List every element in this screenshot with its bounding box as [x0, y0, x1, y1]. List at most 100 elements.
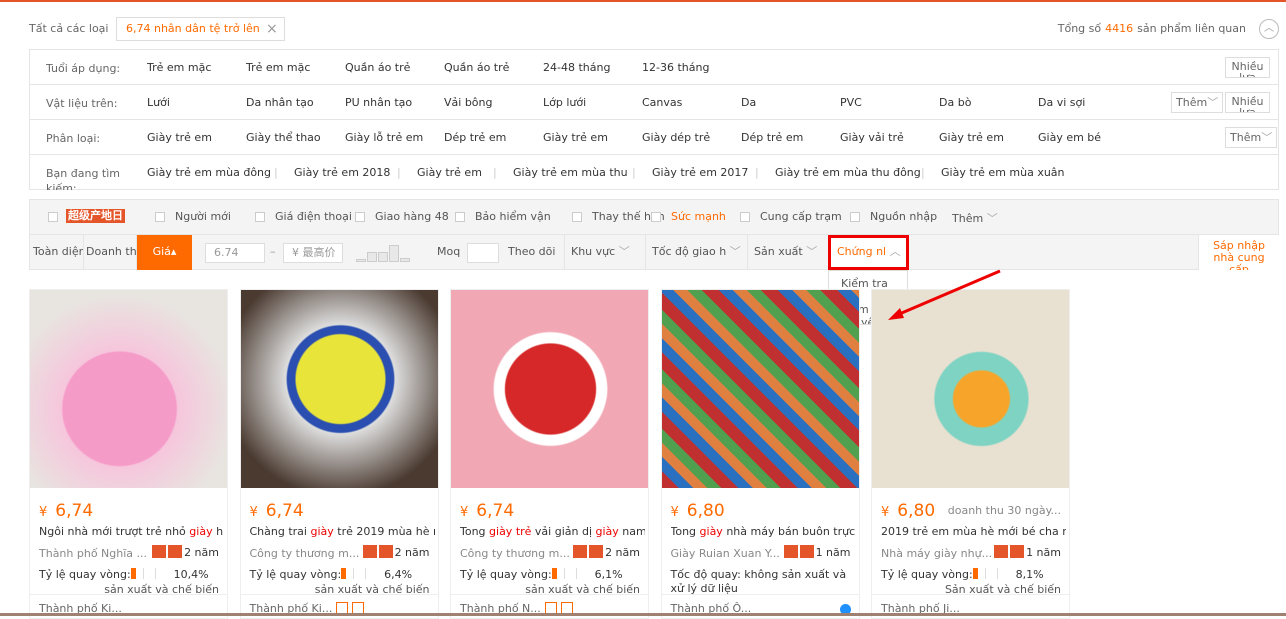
follow-filter[interactable]: Theo dõi	[502, 235, 565, 270]
attribute-value[interactable]: Quần áo trẻ	[345, 61, 410, 74]
filter-option[interactable]: Giao hàng 48	[375, 210, 449, 223]
price-min-input[interactable]: 6.74	[205, 243, 265, 263]
attribute-value[interactable]: Giày dép trẻ	[642, 131, 710, 144]
attribute-value[interactable]: PVC	[840, 96, 862, 109]
checkbox[interactable]	[651, 212, 661, 222]
title-part: giày	[699, 525, 723, 538]
attribute-value[interactable]: Quần áo trẻ	[444, 61, 509, 74]
attribute-value[interactable]: Giày trẻ em	[543, 131, 608, 144]
more-filters-dropdown[interactable]: Thêm ﹀	[952, 210, 998, 226]
filter-option[interactable]: Giá điện thoại	[275, 210, 352, 223]
attribute-value[interactable]: Giày vải trẻ	[840, 131, 904, 144]
production-dropdown[interactable]: Sản xuất ﹀	[748, 235, 828, 270]
sort-overall[interactable]: Toàn diện	[30, 235, 84, 270]
attribute-value[interactable]: Giày trẻ em mùa thu	[513, 166, 628, 179]
attribute-value[interactable]: Canvas	[642, 96, 682, 109]
attribute-value[interactable]: Giày trẻ em 2017	[652, 166, 748, 179]
product-title[interactable]: Chàng trai giày trẻ 2019 mùa hè m...	[250, 525, 435, 538]
checkbox[interactable]	[572, 212, 582, 222]
attribute-value[interactable]: Da nhân tạo	[246, 96, 314, 109]
attribute-value[interactable]: Giày trẻ em	[147, 131, 212, 144]
attribute-value[interactable]: Da vi sợi	[1038, 96, 1085, 109]
filter-option[interactable]: Người mới	[175, 210, 231, 223]
product-card[interactable]: ¥6,74 Tong giày trẻ vải giản dị giày nam…	[450, 289, 649, 619]
shop-name[interactable]: Giày Ruian Xuan Y...	[671, 547, 780, 560]
merge-suppliers-button[interactable]: Sáp nhập nhà cung cấp	[1198, 235, 1279, 270]
checkbox[interactable]	[740, 212, 750, 222]
years-label: 2 năm	[394, 546, 430, 559]
product-title[interactable]: Tong giày nhà máy bán buôn trực t...	[671, 525, 856, 538]
active-filter-chip[interactable]: 6,74 nhân dân tệ trở lên ×	[116, 17, 285, 41]
attribute-value[interactable]: Lớp lưới	[543, 96, 586, 109]
attribute-value[interactable]: Giày thể thao	[246, 131, 321, 144]
attribute-value[interactable]: 12-36 tháng	[642, 61, 709, 74]
attribute-value[interactable]: Trẻ em mặc	[246, 61, 310, 74]
product-image[interactable]	[872, 290, 1069, 488]
filter-option[interactable]: Cung cấp trạm	[760, 210, 842, 223]
shop-name[interactable]: Công ty thương m...	[250, 547, 360, 560]
more-dropdown[interactable]: Thêm﹀	[1225, 127, 1278, 148]
certification-dropdown[interactable]: Chứng nl ︿	[828, 235, 909, 270]
attribute-value[interactable]: Giày trẻ em 2018	[294, 166, 390, 179]
checkbox[interactable]	[455, 212, 465, 222]
attribute-value[interactable]: Giày trẻ em	[939, 131, 1004, 144]
checkbox[interactable]	[155, 212, 165, 222]
product-image[interactable]	[30, 290, 227, 488]
attribute-value[interactable]: Giày trẻ em mùa đông	[147, 166, 271, 179]
speed-dropdown[interactable]: Tốc độ giao h ﹀	[646, 235, 748, 270]
attribute-value[interactable]: PU nhân tạo	[345, 96, 412, 109]
shop-name[interactable]: Nhà máy giày nhự...	[881, 547, 992, 560]
attribute-value[interactable]: Giày lỗ trẻ em	[345, 131, 423, 144]
shop-name[interactable]: Thành phố Nghĩa ...	[39, 547, 147, 560]
product-image[interactable]	[451, 290, 648, 488]
sort-price[interactable]: Giá▴	[137, 235, 192, 270]
product-title[interactable]: Ngôi nhà mới trượt trẻ nhỏ giày hi ...	[39, 525, 224, 538]
moq-input[interactable]	[467, 243, 499, 263]
price-max-input[interactable]: ¥ 最高价	[283, 243, 343, 263]
filter-option[interactable]: Nguồn nhập	[870, 210, 937, 223]
close-icon[interactable]: ×	[266, 18, 278, 40]
attribute-value[interactable]: Trẻ em mặc	[147, 61, 211, 74]
product-image[interactable]	[240, 290, 438, 488]
product-card[interactable]: ¥6,80 doanh thu 30 ngày... 2019 trẻ em m…	[871, 289, 1070, 619]
attribute-value[interactable]: Dép trẻ em	[741, 131, 803, 144]
attribute-value[interactable]: Giày em bé	[1038, 131, 1101, 144]
multi-select-button[interactable]: Nhiều lựa chọn	[1225, 92, 1270, 113]
product-title[interactable]: 2019 trẻ em mùa hè mới bé cha m...	[881, 525, 1066, 538]
attribute-value[interactable]: 24-48 tháng	[543, 61, 610, 74]
shop-name[interactable]: Công ty thương m...	[460, 547, 570, 560]
chevron-up-icon[interactable]: ︿	[1259, 19, 1279, 39]
chevron-down-icon: ﹀	[729, 245, 741, 258]
filter-option[interactable]: Bảo hiểm vận	[475, 210, 551, 223]
attribute-value[interactable]: Da	[741, 96, 756, 109]
attribute-value[interactable]: Dép trẻ em	[444, 131, 506, 144]
attribute-value[interactable]: Giày trẻ em mùa xuân	[941, 166, 1065, 179]
attribute-value[interactable]: Giày trẻ em	[417, 166, 482, 179]
title-part: Ngôi nhà mới trượt trẻ nhỏ	[39, 525, 190, 538]
region-dropdown[interactable]: Khu vực ﹀	[565, 235, 646, 270]
checkbox[interactable]	[850, 212, 860, 222]
divider: |	[632, 166, 636, 179]
product-title[interactable]: Tong giày trẻ vải giản dị giày nam ...	[460, 525, 645, 538]
multi-select-button[interactable]: Nhiều lựa chọn	[1225, 57, 1270, 78]
attribute-value[interactable]: Lưới	[147, 96, 170, 109]
product-card[interactable]: ¥6,80 Tong giày nhà máy bán buôn trực t.…	[660, 289, 860, 619]
checkbox[interactable]	[255, 212, 265, 222]
moq-label: Moq	[437, 245, 461, 258]
sort-sales[interactable]: Doanh thu	[84, 235, 137, 270]
attribute-value[interactable]: Da bò	[939, 96, 971, 109]
product-image[interactable]	[661, 290, 859, 488]
attribute-value[interactable]: Vải bông	[444, 96, 493, 109]
checkbox[interactable]	[355, 212, 365, 222]
title-part: Chàng trai	[249, 525, 311, 538]
sort-arrows-icon: ▴	[170, 245, 177, 258]
checkbox[interactable]	[48, 212, 58, 222]
product-card[interactable]: ¥6,74 Ngôi nhà mới trượt trẻ nhỏ giày hi…	[29, 289, 228, 619]
price-histogram[interactable]	[356, 243, 412, 262]
filter-option[interactable]: Sức mạnh	[671, 210, 726, 223]
product-card[interactable]: ¥6,74 Chàng trai giày trẻ 2019 mùa hè m.…	[239, 289, 439, 619]
more-dropdown[interactable]: Thêm﹀	[1171, 92, 1224, 113]
attribute-value[interactable]: Giày trẻ em mùa thu đông	[775, 166, 921, 179]
super-origin-badge[interactable]: 超级产地日	[66, 209, 125, 223]
breadcrumb[interactable]: Tất cả các loại	[29, 22, 108, 35]
